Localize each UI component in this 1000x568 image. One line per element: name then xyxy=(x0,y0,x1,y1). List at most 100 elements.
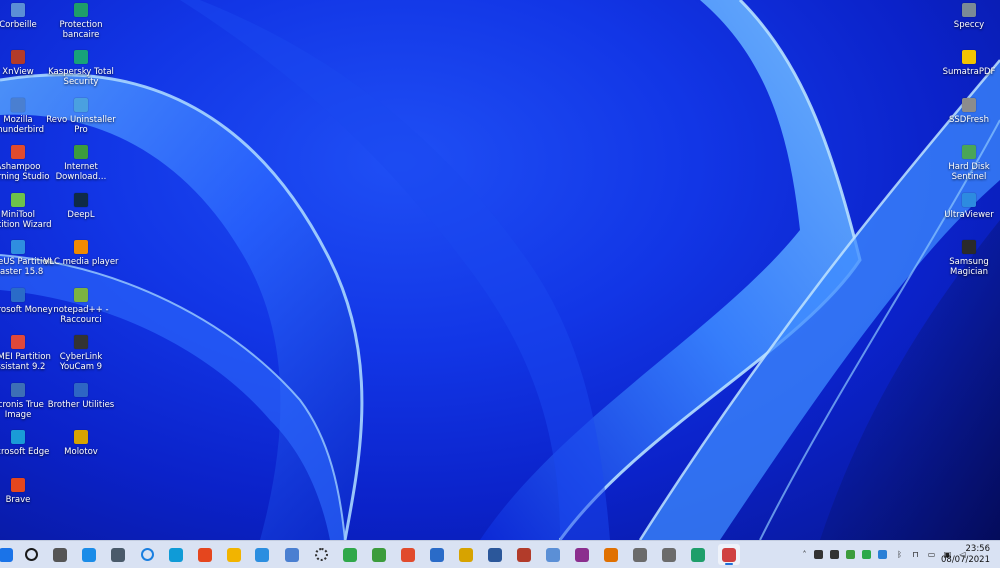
easeus-icon xyxy=(11,240,25,254)
taskbar-network-card-icon[interactable] xyxy=(687,544,709,565)
desktop-icon-label: notepad++ - Raccourci xyxy=(53,305,109,325)
speccy-icon xyxy=(962,3,976,17)
recycle-icon xyxy=(546,547,560,562)
desktop-icon-label: Speccy xyxy=(953,20,985,30)
taskbar-search-icon[interactable] xyxy=(20,544,42,565)
notepad-plus-plus-icon xyxy=(74,288,88,302)
desktop-icon-label: SSDFresh xyxy=(949,115,989,125)
desktop-icon-kaspersky[interactable]: Kaspersky Total Security xyxy=(43,50,119,87)
clock-date: 08/07/2021 xyxy=(941,555,990,565)
taskbar-file-explorer-icon[interactable] xyxy=(223,544,245,565)
display-icon[interactable]: ▭ xyxy=(926,549,937,560)
desktop-icon-revo-uninstaller[interactable]: Revo Uninstaller Pro xyxy=(43,98,119,135)
ssdfresh-icon xyxy=(962,98,976,112)
desktop-icon-label: Molotov xyxy=(64,447,98,457)
desktop-icon-brave[interactable]: Brave xyxy=(0,478,56,505)
taskbar-magnifier-icon[interactable] xyxy=(600,544,622,565)
taskbar-internet-download-manager-icon[interactable] xyxy=(368,544,390,565)
brave-icon xyxy=(198,547,212,562)
taskbar-disk-icon[interactable] xyxy=(658,544,680,565)
taskbar-snipping-tool-icon[interactable] xyxy=(718,544,740,565)
banking-protection-icon xyxy=(74,3,88,17)
usb-icon[interactable]: ⊓ xyxy=(910,549,921,560)
desktop-icon-label: DeepL xyxy=(67,210,95,220)
taskbar-ssd-icon[interactable] xyxy=(629,544,651,565)
edge-icon xyxy=(11,430,25,444)
taskbar-refresh-icon[interactable] xyxy=(310,544,332,565)
brother-utilities-icon xyxy=(74,383,88,397)
taskbar-green-arrow-icon[interactable] xyxy=(339,544,361,565)
taskbar-thunderbird-icon[interactable] xyxy=(281,544,303,565)
desktop-icon-label: VLC media player xyxy=(43,257,119,267)
chevron-up-icon[interactable]: ˄ xyxy=(799,549,810,560)
desktop-icon-samsung-magician[interactable]: Samsung Magician xyxy=(931,240,1000,277)
taskbar-winrar-icon[interactable] xyxy=(571,544,593,565)
internet-download-manager-icon xyxy=(74,145,88,159)
bluetooth-icon[interactable]: ᛒ xyxy=(894,549,905,560)
taskbar-molotov-icon[interactable] xyxy=(455,544,477,565)
settings-gear-icon xyxy=(111,547,125,562)
internet-download-manager-icon xyxy=(372,547,386,562)
taskbar-start-button[interactable] xyxy=(0,544,17,565)
desktop-icon-youcam[interactable]: CyberLink YouCam 9 xyxy=(43,335,119,372)
taskbar-edge-icon[interactable] xyxy=(165,544,187,565)
desktop-icon-banking-protection[interactable]: Protection bancaire xyxy=(43,3,119,40)
disk-icon xyxy=(662,547,676,562)
taskbar-brave-icon[interactable] xyxy=(194,544,216,565)
ssd-icon xyxy=(633,547,647,562)
aomei-icon xyxy=(11,335,25,349)
tray-update-icon[interactable] xyxy=(878,550,887,559)
taskbar-word-icon[interactable] xyxy=(484,544,506,565)
desktop-icon-molotov[interactable]: Molotov xyxy=(43,430,119,457)
taskbar-task-view-icon[interactable] xyxy=(49,544,71,565)
taskbar: ˄ ᛒ ⊓ ▭ ▣ ◁ 23:56 08/07/2021 xyxy=(0,540,1000,568)
sumatrapdf-icon xyxy=(962,50,976,64)
tray-app-icon-2[interactable] xyxy=(830,550,839,559)
xnview-icon xyxy=(11,50,25,64)
vlc-icon xyxy=(74,240,88,254)
revo-uninstaller-icon xyxy=(74,98,88,112)
taskbar-widgets-icon[interactable] xyxy=(78,544,100,565)
snipping-tool-icon xyxy=(722,547,736,562)
desktop-icon-label: Hard Disk Sentinel xyxy=(948,162,990,182)
desktop-icon-notepad-plus-plus[interactable]: notepad++ - Raccourci xyxy=(43,288,119,325)
clock-time: 23:56 xyxy=(965,544,991,554)
desktop-icon-brother-utilities[interactable]: Brother Utilities xyxy=(43,383,119,410)
desktop-icon-ultraviewer[interactable]: UltraViewer xyxy=(931,193,1000,220)
refresh-icon xyxy=(314,548,328,561)
desktop-icon-deepl[interactable]: DeepL xyxy=(43,193,119,220)
cortana-icon xyxy=(140,548,154,561)
taskbar-microsoft-money-icon[interactable] xyxy=(426,544,448,565)
task-view-icon xyxy=(53,547,67,562)
taskbar-cortana-icon[interactable] xyxy=(136,544,158,565)
network-card-icon xyxy=(691,547,705,562)
desktop-icon-ssdfresh[interactable]: SSDFresh xyxy=(931,98,1000,125)
thunderbird-icon xyxy=(285,547,299,562)
desktop-icon-label: Revo Uninstaller Pro xyxy=(46,115,116,135)
file-explorer-icon xyxy=(227,547,241,562)
taskbar-ashampoo-icon[interactable] xyxy=(397,544,419,565)
desktop-icon-label: Brother Utilities xyxy=(47,400,115,410)
desktop-icon-internet-download-manager[interactable]: Internet Download… xyxy=(43,145,119,182)
minitool-icon xyxy=(11,193,25,207)
taskbar-xnview-icon[interactable] xyxy=(513,544,535,565)
taskbar-store-icon[interactable] xyxy=(251,544,273,565)
edge-icon xyxy=(169,547,183,562)
brave-icon xyxy=(11,478,25,492)
desktop-icon-speccy[interactable]: Speccy xyxy=(931,3,1000,30)
microsoft-money-icon xyxy=(11,288,25,302)
desktop-icon-label: UltraViewer xyxy=(944,210,994,220)
wallpaper-bloom xyxy=(0,0,1000,540)
tray-security-icon[interactable] xyxy=(862,550,871,559)
desktop-icon-hard-disk-sentinel[interactable]: Hard Disk Sentinel xyxy=(931,145,1000,182)
desktop-icon-label: Protection bancaire xyxy=(59,20,103,40)
hard-disk-sentinel-icon xyxy=(962,145,976,159)
taskbar-settings-gear-icon[interactable] xyxy=(107,544,129,565)
desktop-icon-label: Kaspersky Total Security xyxy=(48,67,114,87)
tray-app-icon-1[interactable] xyxy=(814,550,823,559)
clock[interactable]: 23:56 08/07/2021 xyxy=(941,544,990,566)
taskbar-recycle-icon[interactable] xyxy=(542,544,564,565)
tray-download-icon[interactable] xyxy=(846,550,855,559)
desktop-icon-vlc[interactable]: VLC media player xyxy=(43,240,119,267)
desktop-icon-sumatrapdf[interactable]: SumatraPDF xyxy=(931,50,1000,77)
